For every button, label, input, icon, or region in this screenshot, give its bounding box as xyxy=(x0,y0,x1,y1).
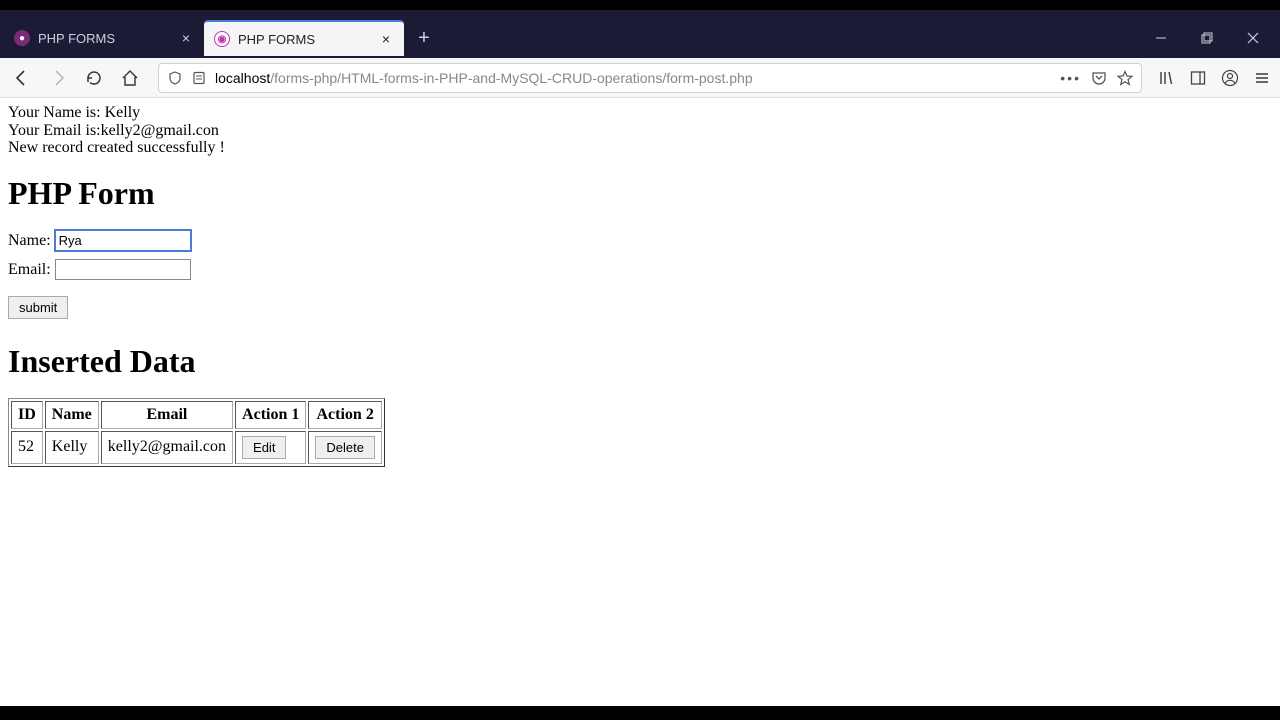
more-actions-icon[interactable]: ••• xyxy=(1060,70,1081,86)
letterbox-top xyxy=(0,0,1280,10)
submit-button[interactable]: submit xyxy=(8,296,68,319)
status-name-line: Your Name is: Kelly xyxy=(8,104,1272,122)
tab-title: PHP FORMS xyxy=(38,31,115,46)
back-button[interactable] xyxy=(8,64,36,92)
account-icon[interactable] xyxy=(1220,68,1240,88)
browser-window: ● PHP FORMS × ◉ PHP FORMS × + xyxy=(0,10,1280,706)
new-tab-button[interactable]: + xyxy=(410,24,438,52)
close-window-button[interactable] xyxy=(1230,18,1276,58)
favicon-icon: ● xyxy=(14,30,30,46)
tab-php-forms-1[interactable]: ● PHP FORMS × xyxy=(4,20,204,56)
letterbox-bottom xyxy=(0,706,1280,720)
pocket-icon[interactable] xyxy=(1091,70,1107,86)
cell-name: Kelly xyxy=(45,431,99,464)
inserted-data-table: ID Name Email Action 1 Action 2 52 Kelly… xyxy=(8,398,385,467)
tab-php-forms-2[interactable]: ◉ PHP FORMS × xyxy=(204,20,404,56)
cell-email: kelly2@gmail.con xyxy=(101,431,233,464)
window-controls xyxy=(1138,18,1276,58)
toolbar-right xyxy=(1156,68,1272,88)
url-text: localhost/forms-php/HTML-forms-in-PHP-an… xyxy=(215,70,753,86)
email-label: Email: xyxy=(8,261,55,278)
delete-button[interactable]: Delete xyxy=(315,436,375,459)
bookmark-star-icon[interactable] xyxy=(1117,70,1133,86)
col-action1: Action 1 xyxy=(235,401,306,429)
favicon-icon: ◉ xyxy=(214,31,230,47)
close-icon[interactable]: × xyxy=(378,31,394,47)
home-button[interactable] xyxy=(116,64,144,92)
sidebar-icon[interactable] xyxy=(1188,68,1208,88)
menu-icon[interactable] xyxy=(1252,68,1272,88)
close-icon[interactable]: × xyxy=(178,30,194,46)
minimize-button[interactable] xyxy=(1138,18,1184,58)
name-input[interactable] xyxy=(55,230,191,251)
library-icon[interactable] xyxy=(1156,68,1176,88)
status-email-line: Your Email is:kelly2@gmail.con xyxy=(8,122,1272,140)
name-field-row: Name: xyxy=(8,230,1272,251)
name-label: Name: xyxy=(8,232,55,249)
col-action2: Action 2 xyxy=(308,401,382,429)
table-header-row: ID Name Email Action 1 Action 2 xyxy=(11,401,382,429)
cell-id: 52 xyxy=(11,431,43,464)
col-name: Name xyxy=(45,401,99,429)
form-heading: PHP Form xyxy=(8,175,1272,212)
tab-title: PHP FORMS xyxy=(238,32,315,47)
page-info-icon xyxy=(191,70,207,86)
toolbar: localhost/forms-php/HTML-forms-in-PHP-an… xyxy=(0,58,1280,98)
reload-button[interactable] xyxy=(80,64,108,92)
status-success-line: New record created successfully ! xyxy=(8,139,1272,157)
email-input[interactable] xyxy=(55,259,191,280)
cell-action2: Delete xyxy=(308,431,382,464)
cell-action1: Edit xyxy=(235,431,306,464)
table-row: 52 Kelly kelly2@gmail.con Edit Delete xyxy=(11,431,382,464)
address-bar[interactable]: localhost/forms-php/HTML-forms-in-PHP-an… xyxy=(158,63,1142,93)
col-id: ID xyxy=(11,401,43,429)
page-content: Your Name is: Kelly Your Email is:kelly2… xyxy=(0,98,1280,706)
edit-button[interactable]: Edit xyxy=(242,436,286,459)
shield-icon xyxy=(167,70,183,86)
forward-button[interactable] xyxy=(44,64,72,92)
col-email: Email xyxy=(101,401,233,429)
email-field-row: Email: xyxy=(8,259,1272,280)
maximize-button[interactable] xyxy=(1184,18,1230,58)
table-heading: Inserted Data xyxy=(8,343,1272,380)
tab-strip: ● PHP FORMS × ◉ PHP FORMS × + xyxy=(0,10,1280,58)
